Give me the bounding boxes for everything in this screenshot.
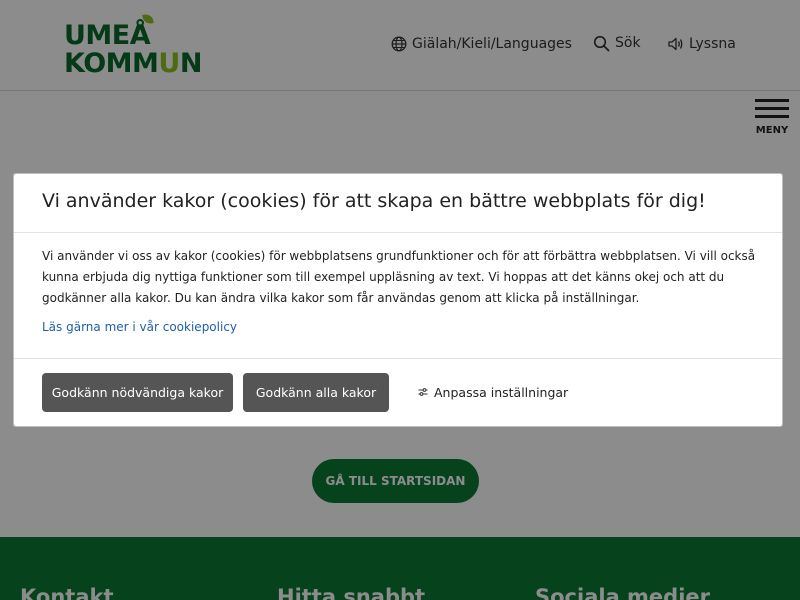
cookie-consent-dialog: Vi använder kakor (cookies) för att skap… — [13, 173, 783, 427]
customize-settings-button[interactable]: Anpassa inställningar — [418, 382, 568, 402]
customize-label: Anpassa inställningar — [434, 384, 569, 400]
divider — [14, 232, 782, 233]
accept-necessary-cookies-button[interactable]: Godkänn nödvändiga kakor — [42, 373, 233, 412]
cookie-dialog-title: Vi använder kakor (cookies) för att skap… — [42, 190, 706, 212]
accept-all-cookies-button[interactable]: Godkänn alla kakor — [243, 373, 389, 412]
divider — [14, 358, 782, 359]
cookie-dialog-text: Vi använder vi oss av kakor (cookies) fö… — [42, 249, 756, 305]
cookie-policy-link[interactable]: Läs gärna mer i vår cookiepolicy — [42, 320, 237, 334]
settings-sliders-icon — [418, 388, 428, 396]
